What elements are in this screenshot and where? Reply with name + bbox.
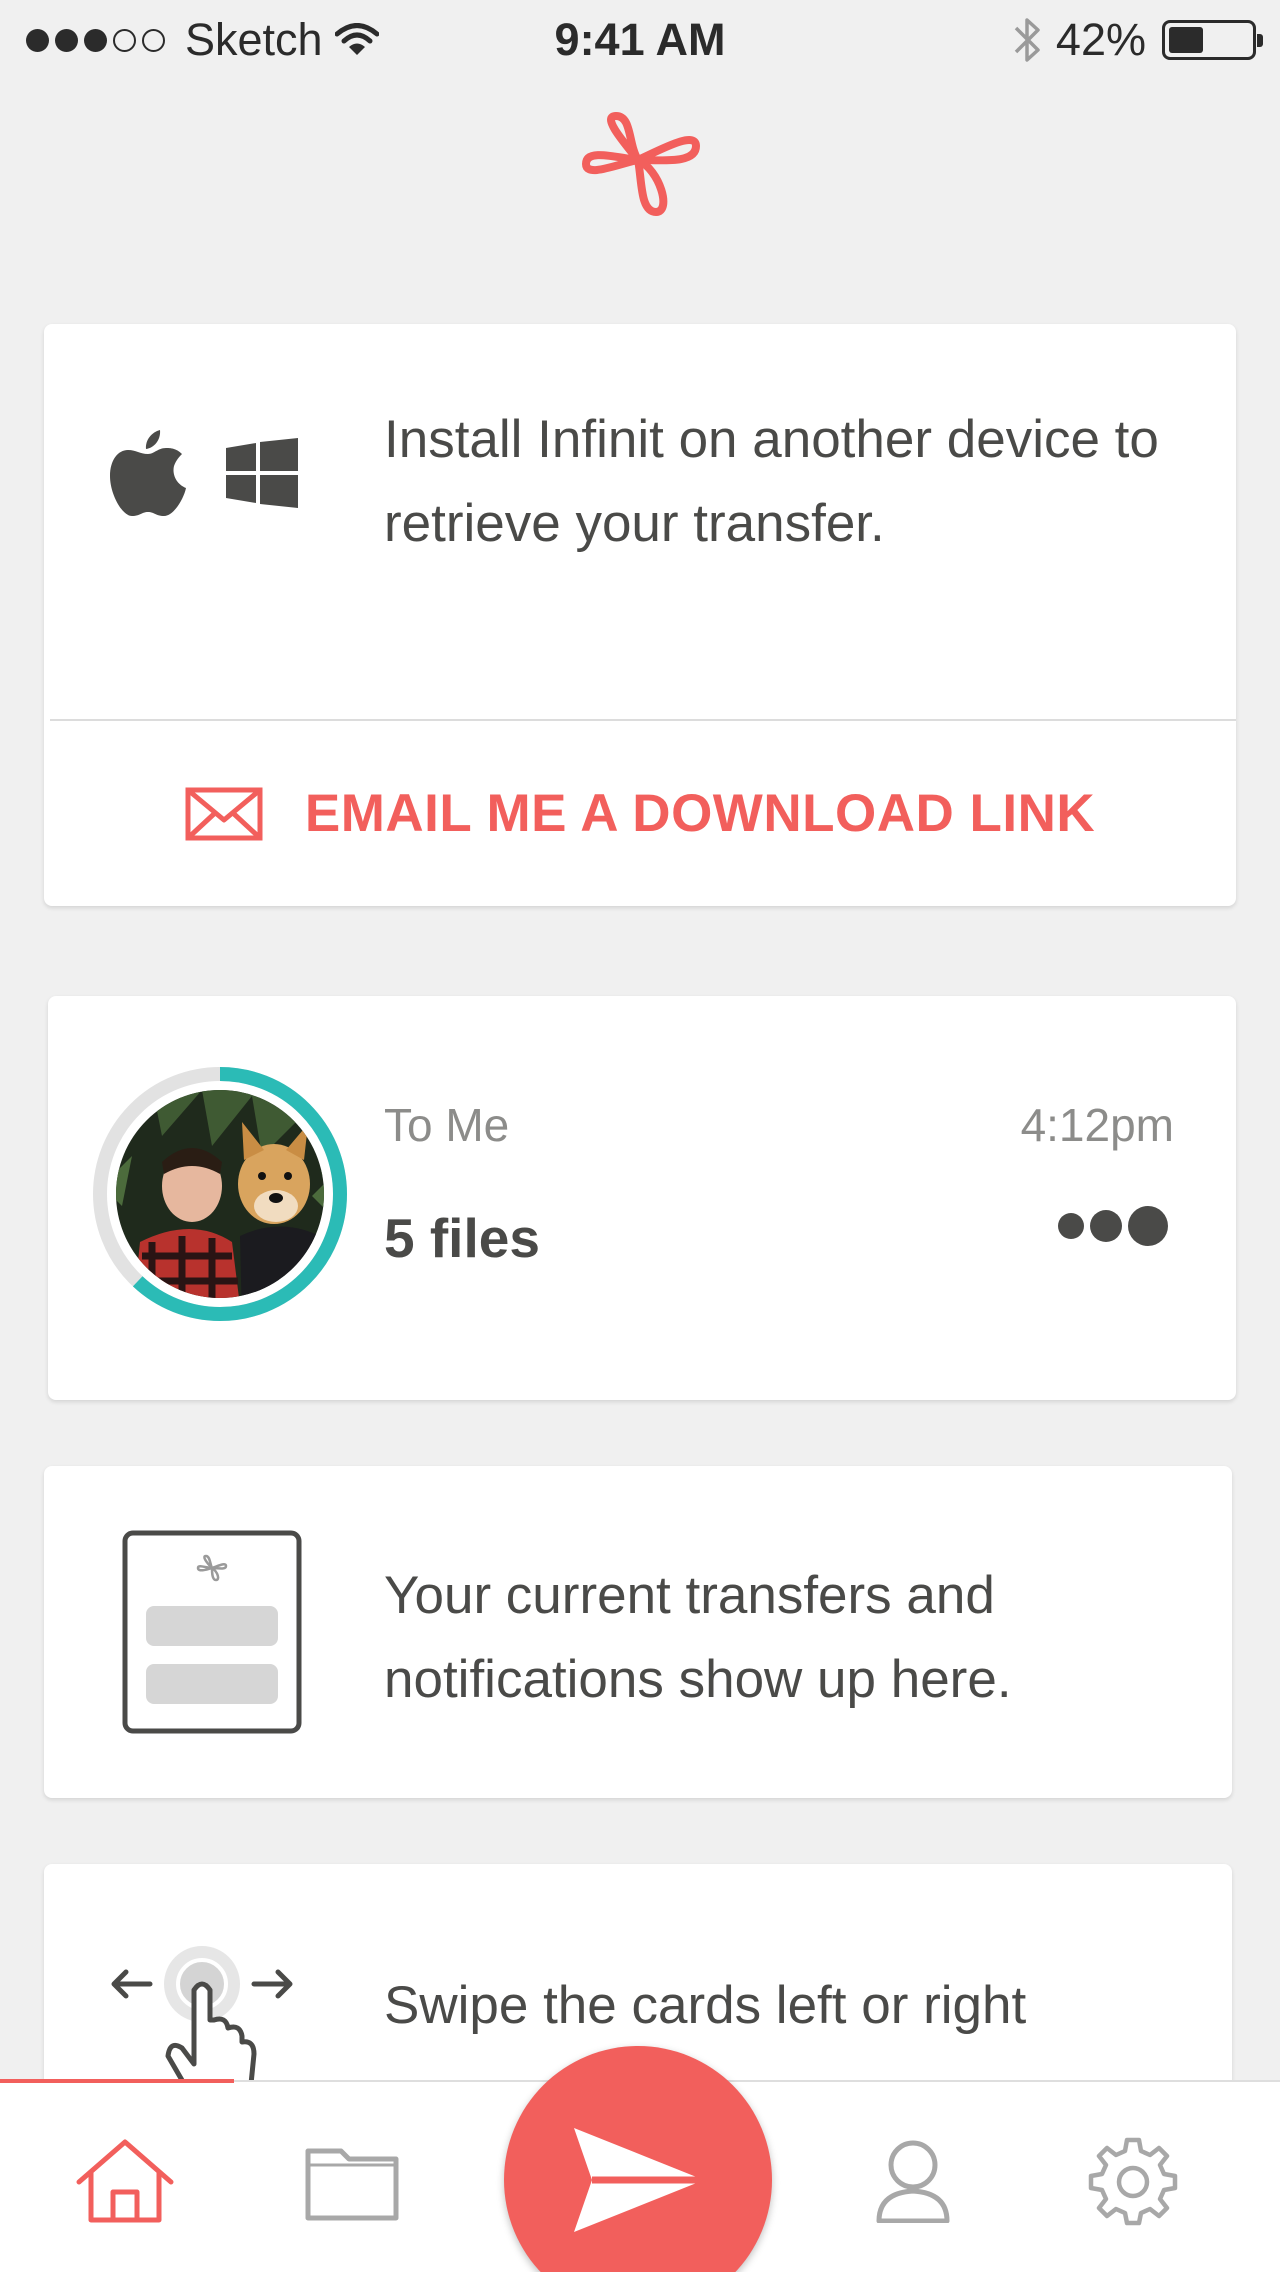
windows-icon xyxy=(226,438,298,508)
tab-files[interactable] xyxy=(297,2136,407,2226)
transfer-recipient: To Me xyxy=(384,1099,510,1151)
tab-settings[interactable] xyxy=(1078,2136,1188,2226)
notifications-tip-card: Your current transfers and notifications… xyxy=(44,1466,1232,1798)
tab-home[interactable] xyxy=(70,2136,180,2226)
avatar xyxy=(93,1067,347,1321)
tab-profile[interactable] xyxy=(858,2136,968,2226)
cards-illustration-icon xyxy=(122,1530,302,1734)
mail-icon xyxy=(185,787,263,840)
install-message: Install Infinit on another device to ret… xyxy=(384,410,1159,553)
platform-icons xyxy=(110,428,298,518)
install-card: Install Infinit on another device to ret… xyxy=(44,324,1236,906)
send-icon xyxy=(574,2128,704,2232)
battery-icon xyxy=(1162,20,1263,60)
transfer-time: 4:12pm xyxy=(1020,1099,1174,1151)
email-download-link-button[interactable]: EMAIL ME A DOWNLOAD LINK xyxy=(44,721,1236,906)
gear-icon xyxy=(1088,2137,1178,2226)
notifications-tip-message: Your current transfers and notifications… xyxy=(384,1566,1012,1709)
battery-percent: 42% xyxy=(1055,14,1146,65)
home-icon xyxy=(76,2139,174,2223)
status-bar: Sketch 9:41 AM 42% xyxy=(0,0,1280,82)
email-link-label: EMAIL ME A DOWNLOAD LINK xyxy=(304,784,1096,843)
folder-icon xyxy=(305,2148,399,2221)
transfer-file-count: 5 files xyxy=(384,1207,540,1269)
swipe-tip-message: Swipe the cards left or right xyxy=(384,1976,1027,2035)
status-right: 42% xyxy=(1012,14,1263,66)
apple-icon xyxy=(110,430,186,516)
bluetooth-icon xyxy=(1014,18,1040,62)
transfer-card[interactable]: To Me 4:12pm 5 files xyxy=(48,996,1236,1400)
user-icon xyxy=(876,2140,950,2223)
more-options-icon[interactable] xyxy=(1052,1206,1168,1246)
infinit-logo xyxy=(581,111,701,217)
active-tab-indicator xyxy=(0,2079,234,2083)
